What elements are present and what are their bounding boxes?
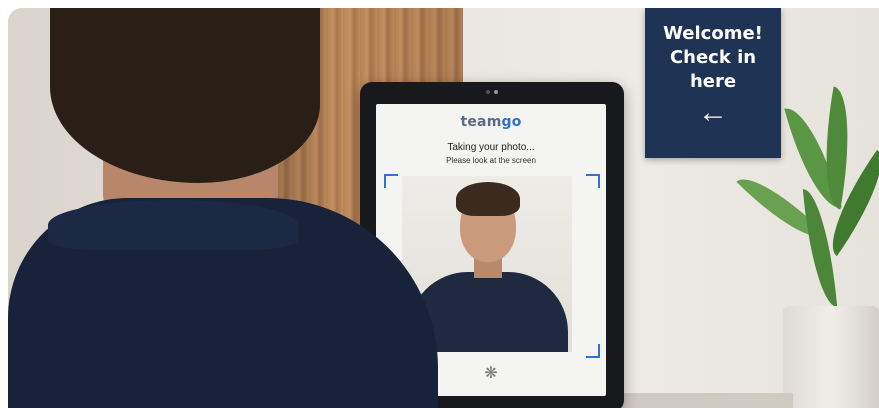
- camera-icon: [486, 90, 490, 94]
- person-foreground: [8, 8, 448, 408]
- camera-light-icon: [494, 90, 498, 94]
- arrow-left-icon: ←: [698, 96, 728, 129]
- person-collar: [48, 200, 298, 250]
- loading-spinner-icon: ❋: [484, 365, 498, 382]
- preview-hair: [456, 182, 520, 216]
- sign-line-2: Check in: [669, 47, 757, 68]
- photo-frame: Welcome! Check in here ← teamgo Taking y…: [8, 8, 879, 408]
- brand-logo-part2: go: [501, 114, 522, 130]
- frame-corner-icon: [586, 344, 600, 358]
- frame-corner-icon: [586, 174, 600, 188]
- sign-line-1: Welcome!: [663, 23, 763, 44]
- welcome-sign: Welcome! Check in here ←: [645, 8, 781, 158]
- person-hair: [50, 8, 320, 183]
- brand-logo-part1: team: [460, 114, 502, 130]
- plant-pot: [783, 306, 879, 408]
- sign-line-3: here: [689, 71, 737, 92]
